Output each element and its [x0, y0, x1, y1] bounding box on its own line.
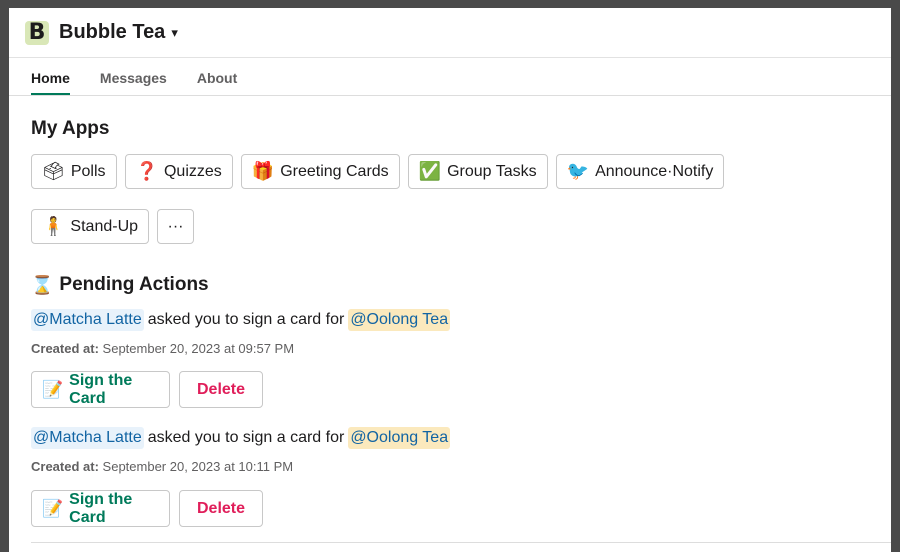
- apps-row-2: 🧍 Stand-Up ···: [31, 209, 202, 244]
- stand-up-label: Stand-Up: [70, 217, 139, 235]
- tab-bar: Home Messages About: [9, 58, 891, 96]
- my-apps-heading: My Apps: [31, 118, 110, 139]
- workspace-name[interactable]: Bubble Tea: [59, 21, 165, 44]
- sign-card-label: Sign the Card: [69, 371, 133, 407]
- more-apps-button[interactable]: ···: [157, 209, 195, 244]
- group-tasks-button[interactable]: ✅ Group Tasks: [407, 154, 548, 189]
- created-at: Created at: September 20, 2023 at 09:57 …: [31, 341, 294, 356]
- gift-icon: 🎁: [251, 161, 275, 182]
- created-at: Created at: September 20, 2023 at 10:11 …: [31, 459, 293, 474]
- created-at-label: Created at:: [31, 341, 99, 356]
- pending-actions-title: Pending Actions: [59, 274, 209, 295]
- memo-icon: 📝: [42, 379, 64, 400]
- recipient-mention[interactable]: @Oolong Tea: [348, 427, 451, 449]
- sign-card-label: Sign the Card: [69, 490, 133, 526]
- delete-label: Delete: [196, 499, 246, 517]
- pending-actions-heading: ⌛ Pending Actions: [31, 274, 209, 296]
- created-at-value: September 20, 2023 at 10:11 PM: [102, 459, 294, 474]
- delete-label: Delete: [196, 380, 246, 398]
- greeting-cards-button[interactable]: 🎁 Greeting Cards: [240, 154, 400, 189]
- tab-about[interactable]: About: [197, 70, 237, 95]
- workspace-logo: B: [25, 20, 49, 45]
- created-at-label: Created at:: [31, 459, 99, 474]
- requester-mention[interactable]: @Matcha Latte: [31, 309, 144, 331]
- polls-label: Polls: [70, 162, 106, 180]
- divider: [31, 542, 891, 543]
- pending-item-text: @Matcha Latte asked you to sign a card f…: [31, 427, 451, 449]
- ballot-box-icon: 🗳: [42, 161, 65, 182]
- memo-icon: 📝: [42, 498, 64, 519]
- apps-row-1: 🗳 Polls ❓ Quizzes 🎁 Greeting Cards ✅ Gro…: [31, 154, 732, 189]
- announce-notify-button[interactable]: 🐦 Announce·Notify: [555, 154, 725, 189]
- tab-messages[interactable]: Messages: [100, 70, 167, 95]
- quizzes-label: Quizzes: [163, 162, 222, 180]
- question-mark-icon: ❓: [135, 161, 158, 182]
- sign-card-button[interactable]: 📝 Sign the Card: [31, 490, 170, 527]
- tab-home[interactable]: Home: [31, 70, 70, 95]
- created-at-value: September 20, 2023 at 09:57 PM: [102, 341, 295, 356]
- app-window: B Bubble Tea ▾ Home Messages About My Ap…: [9, 8, 891, 552]
- requester-mention[interactable]: @Matcha Latte: [31, 427, 144, 449]
- workspace-header[interactable]: B Bubble Tea ▾: [9, 8, 891, 58]
- group-tasks-label: Group Tasks: [447, 162, 537, 180]
- quizzes-button[interactable]: ❓ Quizzes: [124, 154, 233, 189]
- delete-button[interactable]: Delete: [179, 371, 263, 408]
- sign-card-button[interactable]: 📝 Sign the Card: [31, 371, 170, 408]
- announce-notify-label: Announce·Notify: [595, 162, 714, 180]
- request-text: asked you to sign a card for: [147, 311, 345, 328]
- greeting-cards-label: Greeting Cards: [280, 162, 389, 180]
- polls-button[interactable]: 🗳 Polls: [31, 154, 117, 189]
- standing-person-icon: 🧍: [42, 216, 65, 237]
- recipient-mention[interactable]: @Oolong Tea: [348, 309, 451, 331]
- stand-up-button[interactable]: 🧍 Stand-Up: [31, 209, 150, 244]
- hourglass-icon: ⌛: [31, 274, 54, 296]
- chevron-down-icon[interactable]: ▾: [171, 25, 178, 41]
- check-mark-icon: ✅: [418, 161, 442, 182]
- more-icon: ···: [167, 217, 184, 235]
- delete-button[interactable]: Delete: [179, 490, 263, 527]
- bird-icon: 🐦: [566, 161, 590, 182]
- request-text: asked you to sign a card for: [147, 429, 345, 446]
- pending-item-text: @Matcha Latte asked you to sign a card f…: [31, 309, 451, 331]
